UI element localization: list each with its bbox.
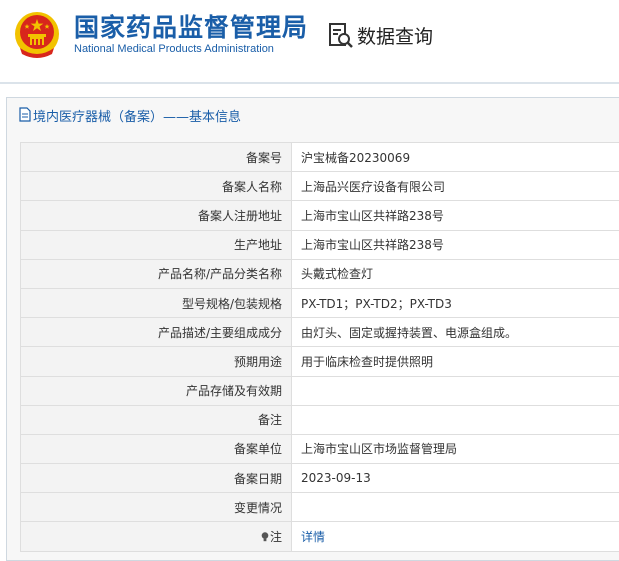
table-row: 备案号 沪宝械备20230069 [20, 141, 619, 173]
site-header: 国家药品监督管理局 National Medical Products Admi… [0, 0, 619, 80]
panel-title-bar: 境内医疗器械（备案）——基本信息 [7, 98, 619, 132]
details-link[interactable]: 详情 [301, 530, 325, 544]
row-value-filer-name: 上海品兴医疗设备有限公司 [291, 171, 619, 202]
row-label-storage-validity: 产品存储及有效期 [20, 375, 292, 406]
row-label-production-address: 生产地址 [20, 229, 292, 260]
table-row: 生产地址 上海市宝山区共祥路238号 [20, 229, 619, 260]
row-value-model-spec: PX-TD1；PX-TD2；PX-TD3 [291, 287, 619, 319]
row-label-note: 注 [20, 521, 292, 552]
row-value-production-address: 上海市宝山区共祥路238号 [291, 229, 619, 260]
row-value-record-no: 沪宝械备20230069 [291, 141, 619, 173]
national-emblem-icon [15, 12, 59, 58]
row-value-filing-unit: 上海市宝山区市场监督管理局 [291, 433, 619, 465]
row-value-product-description: 由灯头、固定或握持装置、电源盒组成。 [291, 317, 619, 348]
row-label-filing-date: 备案日期 [20, 463, 292, 494]
site-title-cn: 国家药品监督管理局 [74, 13, 309, 42]
row-label-registered-address: 备案人注册地址 [20, 200, 292, 231]
row-label-intended-use: 预期用途 [20, 346, 292, 377]
panel-title: 境内医疗器械（备案）——基本信息 [33, 110, 242, 125]
row-label-filer-name: 备案人名称 [20, 171, 292, 202]
row-value-filing-date: 2023-09-13 [291, 463, 619, 494]
table-row: 产品名称/产品分类名称 头戴式检查灯 [20, 258, 619, 289]
table-row: 注 详情 [20, 521, 619, 552]
row-value-product-name: 头戴式检查灯 [291, 258, 619, 289]
row-label-product-description: 产品描述/主要组成成分 [20, 317, 292, 348]
table-row: 预期用途 用于临床检查时提供照明 [20, 346, 619, 377]
row-value-intended-use: 用于临床检查时提供照明 [291, 346, 619, 377]
document-search-icon [329, 23, 353, 48]
row-label-record-no: 备案号 [20, 141, 292, 173]
row-label-change-status: 变更情况 [20, 492, 292, 523]
row-value-registered-address: 上海市宝山区共祥路238号 [291, 200, 619, 231]
table-row: 备注 [20, 404, 619, 435]
table-row: 型号规格/包装规格 PX-TD1；PX-TD2；PX-TD3 [20, 287, 619, 319]
row-value-storage-validity [291, 375, 619, 406]
row-value-remarks [291, 404, 619, 435]
data-query-link[interactable]: 数据查询 [357, 22, 433, 49]
row-label-model-spec: 型号规格/包装规格 [20, 287, 292, 319]
lightbulb-icon [261, 532, 269, 542]
table-row: 产品存储及有效期 [20, 375, 619, 406]
table-row: 备案日期 2023-09-13 [20, 463, 619, 494]
table-row: 产品描述/主要组成成分 由灯头、固定或握持装置、电源盒组成。 [20, 317, 619, 348]
table-row: 变更情况 [20, 492, 619, 523]
basic-info-panel: 境内医疗器械（备案）——基本信息 备案号 沪宝械备20230069 备案人名称 … [6, 97, 619, 561]
table-row: 备案人注册地址 上海市宝山区共祥路238号 [20, 200, 619, 231]
table-row: 备案人名称 上海品兴医疗设备有限公司 [20, 171, 619, 202]
row-label-product-name: 产品名称/产品分类名称 [20, 258, 292, 289]
document-icon [19, 107, 31, 122]
row-label-filing-unit: 备案单位 [20, 433, 292, 465]
header-divider [0, 82, 619, 84]
row-value-note: 详情 [291, 521, 619, 552]
site-title-en: National Medical Products Administration [74, 43, 274, 55]
row-value-change-status [291, 492, 619, 523]
note-label: 注 [269, 530, 282, 545]
table-row: 备案单位 上海市宝山区市场监督管理局 [20, 433, 619, 465]
row-label-remarks: 备注 [20, 404, 292, 435]
info-table: 备案号 沪宝械备20230069 备案人名称 上海品兴医疗设备有限公司 备案人注… [20, 141, 619, 552]
